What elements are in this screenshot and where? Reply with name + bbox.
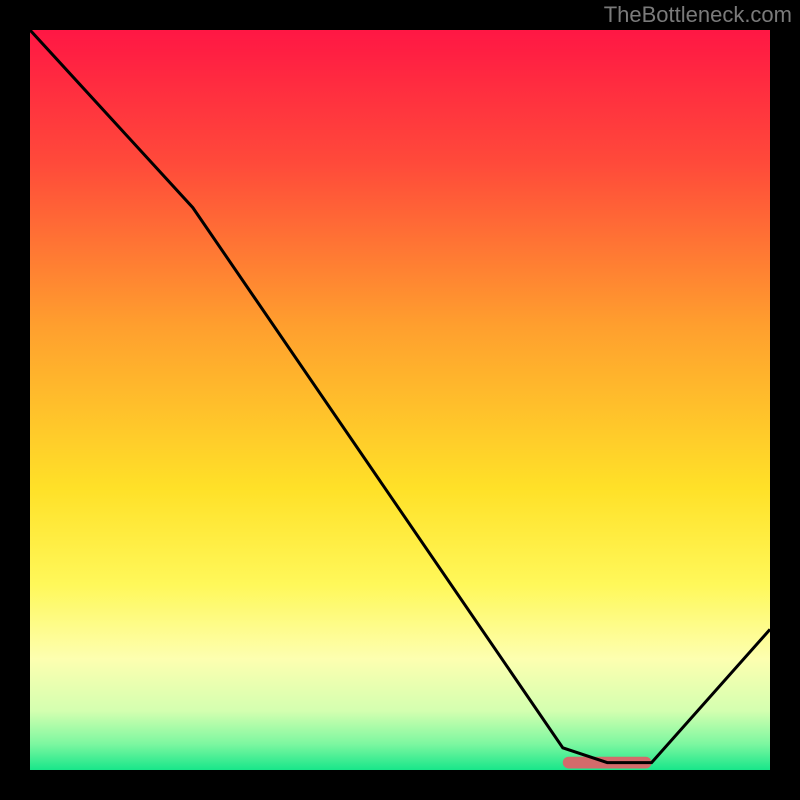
watermark-text: TheBottleneck.com — [604, 2, 792, 28]
bottleneck-chart — [30, 30, 770, 770]
gradient-background — [30, 30, 770, 770]
chart-container — [30, 30, 770, 770]
